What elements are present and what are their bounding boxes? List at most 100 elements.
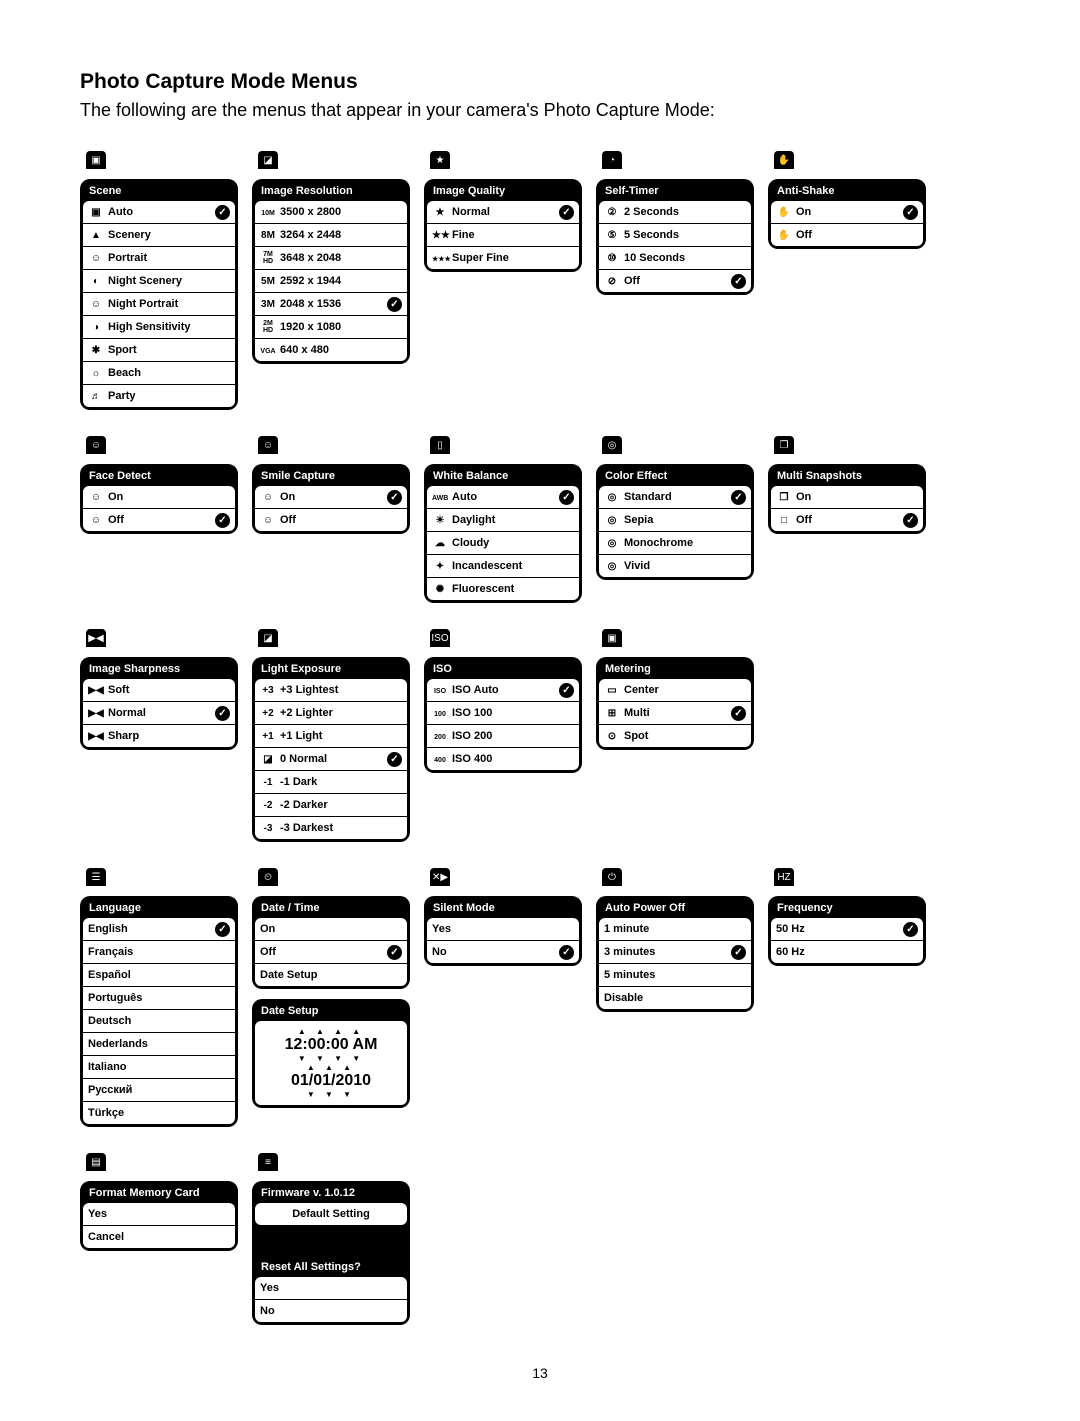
menu-item[interactable]: ◑High Sensitivity (83, 316, 235, 339)
tab-icon: ▯ (430, 436, 450, 454)
menu-item[interactable]: 3M2048 x 1536✓ (255, 293, 407, 316)
menu-item[interactable]: ☺On✓ (255, 486, 407, 509)
menu-item[interactable]: 5M2592 x 1944 (255, 270, 407, 293)
menu-item[interactable]: 5 minutes (599, 964, 751, 987)
menu-item[interactable]: ▲Scenery (83, 224, 235, 247)
menu-item[interactable]: ⊙Spot (599, 725, 751, 747)
menu-item[interactable]: 50 Hz✓ (771, 918, 923, 941)
menu-item[interactable]: ⊘Off✓ (599, 270, 751, 292)
item-label: Fluorescent (452, 583, 574, 595)
menu-item[interactable]: ◐Night Scenery (83, 270, 235, 293)
menu-item[interactable]: ✦Incandescent (427, 555, 579, 578)
menu-item[interactable]: +3+3 Lightest (255, 679, 407, 702)
menu-item[interactable]: Nederlands (83, 1033, 235, 1056)
menu-item[interactable]: ✱Sport (83, 339, 235, 362)
item-label: On (260, 923, 402, 935)
menu-item[interactable]: ◎Sepia (599, 509, 751, 532)
menu-item[interactable]: ⊞Multi✓ (599, 702, 751, 725)
menu-item[interactable]: Yes (255, 1277, 407, 1300)
item-icon: ⊙ (604, 731, 620, 742)
tab-icon: ✋ (774, 151, 794, 169)
menu-title: Date Setup (255, 1002, 407, 1021)
menu-item[interactable]: 60 Hz (771, 941, 923, 963)
menu-item[interactable]: ②2 Seconds (599, 201, 751, 224)
menu-item[interactable]: ▣Auto✓ (83, 201, 235, 224)
item-label: Off (796, 514, 899, 526)
menu-item[interactable]: +1+1 Light (255, 725, 407, 748)
menu-item[interactable]: Disable (599, 987, 751, 1009)
item-label: Fine (452, 229, 574, 241)
menu-item[interactable]: ✋On✓ (771, 201, 923, 224)
menu-item[interactable]: Türkçe (83, 1102, 235, 1124)
menu-item[interactable]: Français (83, 941, 235, 964)
item-icon: ◎ (604, 561, 620, 572)
menu-item[interactable]: ☺Portrait (83, 247, 235, 270)
item-icon: ✦ (432, 561, 448, 572)
menu-item[interactable]: 10M3500 x 2800 (255, 201, 407, 224)
menu-item[interactable]: ★★Fine (427, 224, 579, 247)
menu-item[interactable]: On (255, 918, 407, 941)
menu-item[interactable]: 3 minutes✓ (599, 941, 751, 964)
menu-item[interactable]: ▭Center (599, 679, 751, 702)
menu-item[interactable]: 2MHD1920 x 1080 (255, 316, 407, 339)
menu-item[interactable]: Date Setup (255, 964, 407, 986)
menu-item[interactable]: +2+2 Lighter (255, 702, 407, 725)
menu-item[interactable]: ☺Off (255, 509, 407, 531)
menu-item[interactable]: ◎Standard✓ (599, 486, 751, 509)
menu-item[interactable]: ▶◀Soft (83, 679, 235, 702)
menu-item[interactable]: ⑩10 Seconds (599, 247, 751, 270)
menu-item[interactable]: 400ISO 400 (427, 748, 579, 770)
menu-item[interactable]: No✓ (427, 941, 579, 963)
menu-item[interactable]: ♬Party (83, 385, 235, 407)
menu-item[interactable]: ✺Fluorescent (427, 578, 579, 600)
menu-item[interactable]: 200ISO 200 (427, 725, 579, 748)
menu-item[interactable]: Cancel (83, 1226, 235, 1248)
menu-item[interactable]: ☼Beach (83, 362, 235, 385)
menu-datetime: Date / TimeOnOff✓Date Setup (252, 896, 410, 989)
menu-item[interactable]: ◎Monochrome (599, 532, 751, 555)
menu-item[interactable]: ☺Night Portrait (83, 293, 235, 316)
menu-item[interactable]: -2-2 Darker (255, 794, 407, 817)
menu-sharpness: Image Sharpness▶◀Soft▶◀Normal✓▶◀Sharp (80, 657, 238, 750)
item-icon: 5M (260, 276, 276, 287)
menu-item[interactable]: English✓ (83, 918, 235, 941)
date-setup-display[interactable]: ▲ ▲ ▲ ▲12:00:00 AM▼ ▼ ▼ ▼▲ ▲ ▲01/01/2010… (255, 1021, 407, 1105)
menu-item[interactable]: ◪0 Normal✓ (255, 748, 407, 771)
menu-item[interactable]: Italiano (83, 1056, 235, 1079)
menu-item[interactable]: ▶◀Normal✓ (83, 702, 235, 725)
item-label: Deutsch (88, 1015, 230, 1027)
menu-item[interactable]: VGA640 x 480 (255, 339, 407, 361)
menu-item[interactable]: ☺Off✓ (83, 509, 235, 531)
menu-item[interactable]: Default Setting (255, 1203, 407, 1225)
menu-item[interactable]: ☁Cloudy (427, 532, 579, 555)
menu-item[interactable]: ❐On (771, 486, 923, 509)
item-icon: ⊘ (604, 276, 620, 287)
menu-item[interactable]: Yes (427, 918, 579, 941)
item-icon: -2 (260, 800, 276, 811)
menu-item[interactable]: ✋Off (771, 224, 923, 246)
menu-item[interactable]: ★★★Super Fine (427, 247, 579, 269)
menu-item[interactable]: Off✓ (255, 941, 407, 964)
menu-item[interactable]: ⑤5 Seconds (599, 224, 751, 247)
menu-item[interactable]: ★Normal✓ (427, 201, 579, 224)
menu-item[interactable]: -3-3 Darkest (255, 817, 407, 839)
menu-item[interactable]: ▶◀Sharp (83, 725, 235, 747)
menu-item[interactable]: No (255, 1300, 407, 1322)
menu-item[interactable]: 8M3264 x 2448 (255, 224, 407, 247)
menu-item[interactable]: Русский (83, 1079, 235, 1102)
menu-item[interactable]: 1 minute (599, 918, 751, 941)
menu-item[interactable]: Deutsch (83, 1010, 235, 1033)
menu-item[interactable]: -1-1 Dark (255, 771, 407, 794)
menu-item[interactable]: ◎Vivid (599, 555, 751, 577)
arrows-dn: ▼ ▼ ▼ ▼ (255, 1054, 407, 1063)
menu-item[interactable]: 100ISO 100 (427, 702, 579, 725)
menu-item[interactable]: AWBAuto✓ (427, 486, 579, 509)
menu-item[interactable]: ☺On (83, 486, 235, 509)
menu-item[interactable]: ☀Daylight (427, 509, 579, 532)
menu-item[interactable]: Português (83, 987, 235, 1010)
menu-item[interactable]: Español (83, 964, 235, 987)
menu-item[interactable]: 7MHD3648 x 2048 (255, 247, 407, 270)
menu-item[interactable]: Yes (83, 1203, 235, 1226)
menu-item[interactable]: ISOISO Auto✓ (427, 679, 579, 702)
menu-item[interactable]: □Off✓ (771, 509, 923, 531)
